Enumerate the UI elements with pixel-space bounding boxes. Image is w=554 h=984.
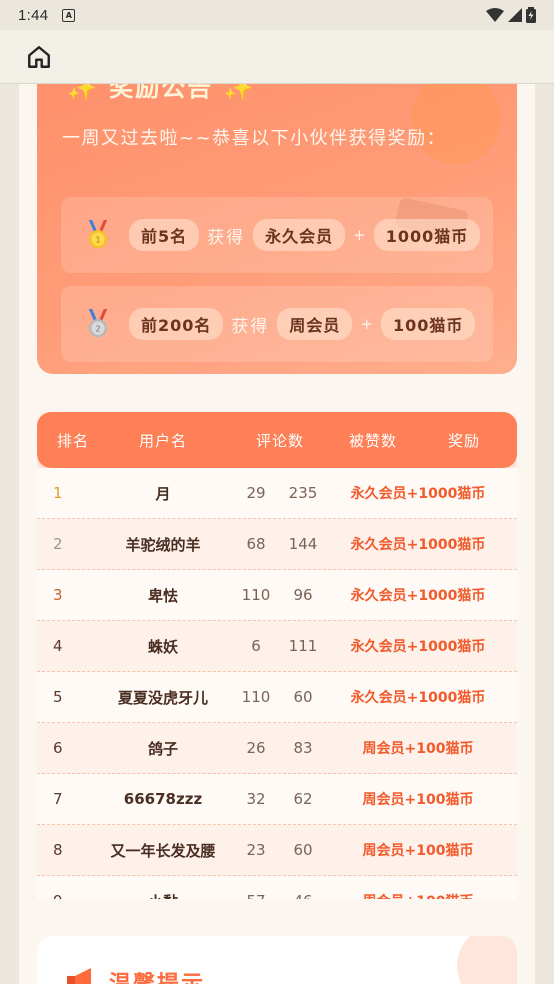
table-row: 1 月 29 235 永久会员+1000猫币 — [37, 468, 517, 519]
notice-title: 温馨提示 — [109, 966, 205, 984]
row-comments: 57 — [225, 892, 287, 899]
row-comments: 110 — [241, 586, 271, 604]
row-rank: 2 — [53, 535, 63, 553]
battery-icon — [526, 7, 536, 23]
silver-medal-icon: 2 — [88, 309, 108, 338]
row-comments: 110 — [241, 688, 271, 706]
status-icons — [486, 7, 536, 23]
row-rank: 1 — [53, 484, 63, 502]
row-likes: 235 — [288, 484, 318, 502]
row-rank: 6 — [53, 739, 63, 757]
table-row: 7 66678zzz 32 62 周会员+100猫币 — [37, 774, 517, 825]
prize-plus-text: + — [360, 315, 373, 333]
row-reward: 永久会员+1000猫币 — [350, 486, 486, 502]
table-row: 5 夏夏没虎牙儿 110 60 永久会员+1000猫币 — [37, 672, 517, 723]
row-reward: 周会员+100猫币 — [362, 741, 474, 757]
table-row: 2 羊驼绒的羊 68 144 永久会员+1000猫币 — [37, 519, 517, 570]
row-likes: 60 — [293, 841, 313, 859]
reward-subtitle: 一周又过去啦~~恭喜以下小伙伴获得奖励： — [62, 128, 447, 149]
row-rank: 8 — [53, 841, 63, 859]
row-comments: 6 — [251, 637, 261, 655]
notice-card: 温馨提示 — [37, 936, 517, 984]
row-likes: 144 — [288, 535, 318, 553]
notice-decoration — [457, 936, 517, 984]
row-username: 蛛妖 — [147, 637, 178, 656]
table-row: 9 小黏 57 46 周会员+100猫币 — [37, 876, 517, 899]
row-rank: 3 — [53, 586, 63, 604]
ranking-table: 排名 用户名 评论数 被赞数 奖励 1 月 29 235 永久会员+1000猫币… — [37, 412, 517, 899]
prize-item-chip: 周会员 — [277, 308, 353, 340]
reward-announcement-card: ✨ 奖励公告 ✨ 一周又过去啦~~恭喜以下小伙伴获得奖励： 1 前5名 获得 永… — [37, 84, 517, 374]
row-username: 66678zzz — [123, 790, 203, 808]
notification-icon: A — [62, 8, 76, 22]
row-rank: 5 — [53, 688, 63, 706]
row-reward: 周会员+100猫币 — [319, 891, 517, 899]
reward-title-text: 奖励公告 — [109, 84, 214, 102]
row-reward: 永久会员+1000猫币 — [350, 639, 486, 655]
row-reward: 永久会员+1000猫币 — [350, 588, 486, 604]
table-header: 排名 用户名 评论数 被赞数 奖励 — [37, 412, 517, 468]
header-username: 用户名 — [138, 431, 187, 450]
header-likes: 被赞数 — [348, 431, 397, 450]
row-username: 小黏 — [101, 891, 225, 900]
table-row: 4 蛛妖 6 111 永久会员+1000猫币 — [37, 621, 517, 672]
table-body: 1 月 29 235 永久会员+1000猫币 2 羊驼绒的羊 68 144 永久… — [37, 468, 517, 899]
row-likes: 111 — [288, 637, 318, 655]
content-area[interactable]: ✨ 奖励公告 ✨ 一周又过去啦~~恭喜以下小伙伴获得奖励： 1 前5名 获得 永… — [19, 84, 535, 984]
row-rank: 9 — [37, 892, 101, 899]
row-username: 夏夏没虎牙儿 — [117, 688, 208, 707]
row-reward: 周会员+100猫币 — [362, 792, 474, 808]
gold-medal-icon: 1 — [88, 220, 108, 249]
header-reward: 奖励 — [447, 431, 480, 450]
prize-gain-text: 获得 — [207, 227, 246, 248]
prize-plus-text: + — [353, 226, 366, 244]
status-bar: 1:44 A — [0, 0, 554, 30]
row-reward: 永久会员+1000猫币 — [350, 537, 486, 553]
row-username: 羊驼绒的羊 — [125, 535, 201, 554]
prize-coins-chip: 1000猫币 — [373, 219, 481, 251]
row-comments: 68 — [246, 535, 266, 553]
row-rank: 7 — [53, 790, 63, 808]
prize-rank-chip: 前200名 — [129, 308, 224, 340]
row-likes: 83 — [293, 739, 313, 757]
signal-icon — [508, 7, 522, 22]
row-likes: 62 — [293, 790, 313, 808]
prize-item-chip: 永久会员 — [253, 219, 346, 251]
prize-row-top5: 1 前5名 获得 永久会员 + 1000猫币 — [61, 197, 493, 273]
prize-row-top200: 2 前200名 获得 周会员 + 100猫币 — [61, 286, 493, 362]
megaphone-icon — [67, 968, 91, 984]
confetti-left-icon: ✨ — [67, 84, 99, 102]
row-username: 又一年长发及腰 — [110, 841, 216, 860]
wifi-icon — [486, 7, 504, 22]
status-time: 1:44 — [18, 6, 49, 24]
row-username: 卑怯 — [147, 586, 178, 605]
app-bar — [0, 30, 554, 84]
row-likes: 46 — [287, 892, 319, 899]
row-comments: 26 — [246, 739, 266, 757]
row-comments: 32 — [246, 790, 266, 808]
header-comments: 评论数 — [255, 431, 304, 450]
row-likes: 60 — [293, 688, 313, 706]
table-row: 6 鸽子 26 83 周会员+100猫币 — [37, 723, 517, 774]
row-reward: 周会员+100猫币 — [362, 843, 474, 859]
row-username: 鸽子 — [147, 739, 178, 758]
row-comments: 29 — [246, 484, 266, 502]
row-reward: 永久会员+1000猫币 — [350, 690, 486, 706]
header-rank: 排名 — [57, 431, 90, 450]
confetti-right-icon: ✨ — [223, 84, 256, 102]
svg-text:1: 1 — [95, 235, 100, 245]
prize-coins-chip: 100猫币 — [381, 308, 476, 340]
table-row: 3 卑怯 110 96 永久会员+1000猫币 — [37, 570, 517, 621]
prize-rank-chip: 前5名 — [129, 219, 200, 251]
row-likes: 96 — [293, 586, 313, 604]
reward-title: ✨ 奖励公告 ✨ — [67, 84, 256, 103]
row-comments: 23 — [246, 841, 266, 859]
svg-text:2: 2 — [95, 324, 100, 334]
home-icon[interactable] — [26, 44, 52, 70]
row-username: 月 — [155, 484, 171, 503]
prize-gain-text: 获得 — [231, 316, 270, 337]
row-rank: 4 — [53, 637, 63, 655]
table-row: 8 又一年长发及腰 23 60 周会员+100猫币 — [37, 825, 517, 876]
